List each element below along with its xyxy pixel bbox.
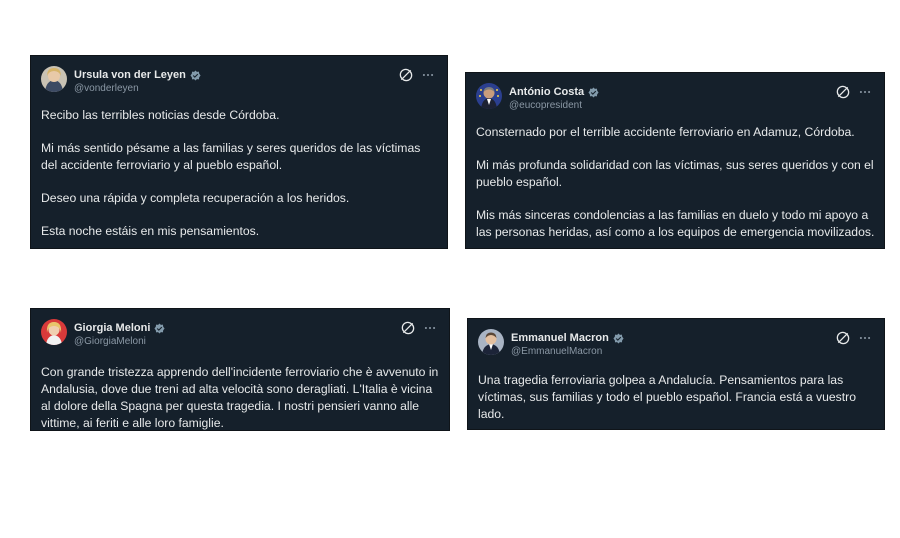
- more-options-icon[interactable]: [858, 85, 872, 99]
- tweet-header: Giorgia Meloni @GiorgiaMeloni: [41, 319, 439, 349]
- tweet-text: Con grande tristezza apprendo dell'incid…: [41, 364, 441, 432]
- grok-icon[interactable]: [836, 85, 850, 99]
- tweet-paragraph: Una tragedia ferroviaria golpea a Andalu…: [478, 373, 856, 421]
- tweet-paragraph: Consternado por el terrible accidente fe…: [476, 125, 855, 139]
- author-handle[interactable]: @vonderleyen: [74, 83, 201, 94]
- tweet-actions: [399, 68, 435, 82]
- tweet-card-eucopresident[interactable]: António Costa @eucopresident Consternado…: [465, 72, 885, 249]
- author-names: Ursula von der Leyen @vonderleyen: [74, 68, 201, 94]
- tweet-actions: [401, 321, 437, 335]
- author-name[interactable]: Giorgia Meloni: [74, 322, 150, 334]
- avatar[interactable]: [41, 66, 67, 92]
- author-name[interactable]: Emmanuel Macron: [511, 332, 609, 344]
- author-handle[interactable]: @EmmanuelMacron: [511, 346, 624, 357]
- avatar[interactable]: [478, 329, 504, 355]
- author-handle[interactable]: @eucopresident: [509, 100, 599, 111]
- more-options-icon[interactable]: [858, 331, 872, 345]
- author-names: Giorgia Meloni @GiorgiaMeloni: [74, 321, 165, 347]
- tweet-header: Emmanuel Macron @EmmanuelMacron: [478, 329, 874, 359]
- author-handle[interactable]: @GiorgiaMeloni: [74, 336, 165, 347]
- tweet-paragraph: Recibo las terribles noticias desde Córd…: [41, 108, 280, 122]
- author-name[interactable]: Ursula von der Leyen: [74, 69, 186, 81]
- more-options-icon[interactable]: [421, 68, 435, 82]
- grok-icon[interactable]: [836, 331, 850, 345]
- more-options-icon[interactable]: [423, 321, 437, 335]
- grok-icon[interactable]: [401, 321, 415, 335]
- verified-badge-icon: [613, 332, 624, 344]
- tweet-paragraph: Mi más sentido pésame a las familias y s…: [41, 141, 421, 172]
- author-names: António Costa @eucopresident: [509, 85, 599, 111]
- tweet-header: Ursula von der Leyen @vonderleyen: [41, 66, 437, 96]
- avatar[interactable]: [41, 319, 67, 345]
- tweet-paragraph: Mi más profunda solidaridad con las víct…: [476, 158, 874, 189]
- tweet-card-giorgiameloni[interactable]: Giorgia Meloni @GiorgiaMeloni Con grande…: [30, 308, 450, 431]
- grok-icon[interactable]: [399, 68, 413, 82]
- tweet-card-emmanuelmacron[interactable]: Emmanuel Macron @EmmanuelMacron Una trag…: [467, 318, 885, 430]
- tweet-text: Recibo las terribles noticias desde Córd…: [41, 107, 439, 240]
- tweet-actions: [836, 85, 872, 99]
- tweet-paragraph: Con grande tristezza apprendo dell'incid…: [41, 365, 439, 430]
- verified-badge-icon: [154, 322, 165, 334]
- avatar[interactable]: [476, 83, 502, 109]
- tweet-paragraph: Mis más sinceras condolencias a las fami…: [476, 208, 875, 239]
- tweet-card-vonderleyen[interactable]: Ursula von der Leyen @vonderleyen Recibo…: [30, 55, 448, 249]
- tweet-paragraph: Esta noche estáis en mis pensamientos.: [41, 224, 260, 238]
- tweet-text: Consternado por el terrible accidente fe…: [476, 124, 876, 257]
- tweet-text: Una tragedia ferroviaria golpea a Andalu…: [478, 372, 876, 423]
- verified-badge-icon: [190, 69, 201, 81]
- tweet-actions: [836, 331, 872, 345]
- author-name[interactable]: António Costa: [509, 86, 584, 98]
- tweet-paragraph: Deseo una rápida y completa recuperación…: [41, 191, 350, 205]
- tweet-header: António Costa @eucopresident: [476, 83, 874, 113]
- verified-badge-icon: [588, 86, 599, 98]
- author-names: Emmanuel Macron @EmmanuelMacron: [511, 331, 624, 357]
